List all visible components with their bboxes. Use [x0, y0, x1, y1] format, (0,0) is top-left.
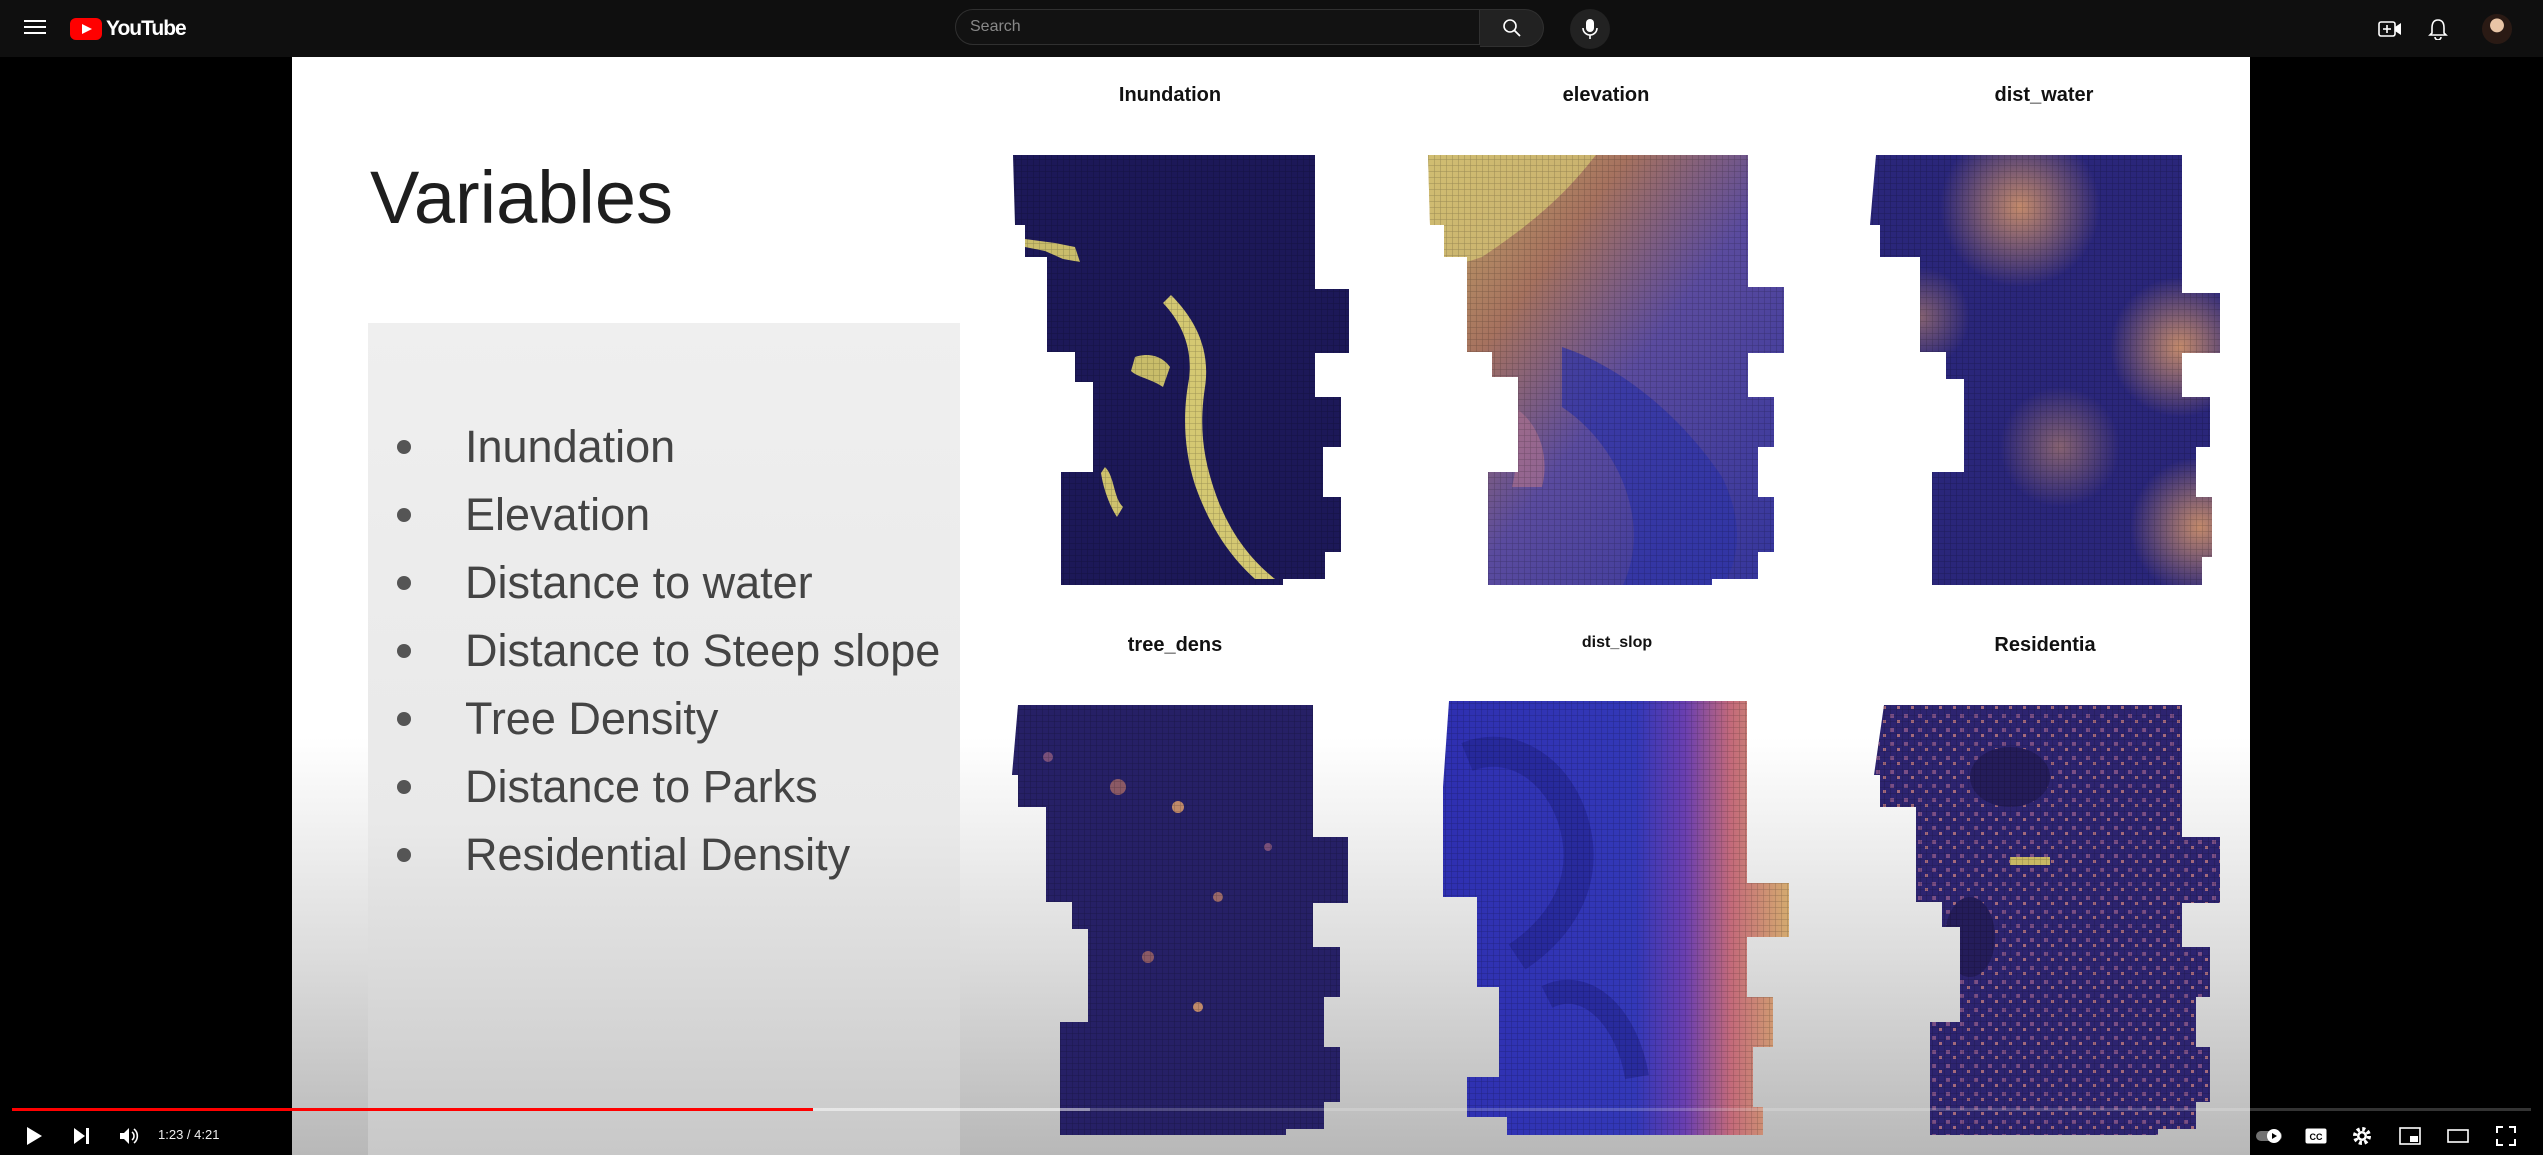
- avatar[interactable]: [2482, 14, 2512, 44]
- fullscreen-button[interactable]: [2492, 1122, 2520, 1150]
- list-item: Inundation: [397, 413, 940, 481]
- mic-icon: [1582, 19, 1598, 39]
- bullet-icon: [397, 780, 411, 794]
- video-frame[interactable]: Variables Inundation Elevation Distance …: [292, 57, 2250, 1155]
- search-button[interactable]: [1480, 9, 1544, 47]
- menu-icon[interactable]: [24, 16, 46, 40]
- list-item: Distance to water: [397, 549, 940, 617]
- bullet-icon: [397, 644, 411, 658]
- dist-water-map: [1870, 155, 2220, 585]
- captions-button[interactable]: CC: [2302, 1122, 2330, 1150]
- miniplayer-icon: [2399, 1127, 2421, 1145]
- list-item-label: Distance to Steep slope: [465, 625, 941, 676]
- dist-slop-map: [1443, 701, 1789, 1135]
- gear-icon: [2353, 1127, 2371, 1145]
- list-item: Distance to Steep slope: [397, 617, 940, 685]
- create-icon: [2378, 21, 2401, 37]
- map-title-elevation: elevation: [1562, 84, 1650, 106]
- time-display: 1:23 / 4:21: [158, 1127, 220, 1142]
- search-icon: [1502, 19, 1521, 37]
- voice-search-button[interactable]: [1570, 9, 1610, 49]
- slide-title: Variables: [370, 156, 674, 239]
- settings-button[interactable]: [2348, 1122, 2376, 1150]
- inundation-map: [1013, 155, 1349, 585]
- volume-icon: [120, 1128, 139, 1144]
- map-title-inundation: Inundation: [1118, 84, 1222, 106]
- masthead: YouTube: [0, 0, 2543, 57]
- play-icon: [27, 1127, 42, 1145]
- next-button[interactable]: [68, 1122, 96, 1150]
- mute-button[interactable]: [116, 1122, 144, 1150]
- cc-icon: CC: [2305, 1128, 2327, 1144]
- autoplay-icon: [2256, 1129, 2282, 1143]
- elevation-map: [1428, 155, 1784, 585]
- list-item-label: Elevation: [465, 489, 651, 540]
- progress-played: [12, 1108, 814, 1111]
- list-item: Tree Density: [397, 685, 940, 753]
- map-title-dist-water: dist_water: [1994, 84, 2094, 106]
- search-input[interactable]: [955, 9, 1480, 45]
- create-button[interactable]: [2375, 14, 2405, 44]
- next-icon: [74, 1128, 89, 1144]
- search-box: [955, 9, 1544, 47]
- bullet-icon: [397, 848, 411, 862]
- progress-bar[interactable]: [12, 1108, 2531, 1111]
- bullet-icon: [397, 508, 411, 522]
- list-item-label: Tree Density: [465, 693, 719, 744]
- autoplay-toggle[interactable]: [2256, 1122, 2284, 1150]
- list-item-label: Distance to Parks: [465, 761, 818, 812]
- tree-dens-map: [1012, 705, 1348, 1135]
- fullscreen-icon: [2496, 1126, 2516, 1146]
- list-item: Elevation: [397, 481, 940, 549]
- list-item: Residential Density: [397, 821, 940, 889]
- bullet-icon: [397, 712, 411, 726]
- play-button[interactable]: [20, 1122, 48, 1150]
- variable-list: Inundation Elevation Distance to water D…: [397, 413, 940, 889]
- list-item: Distance to Parks: [397, 753, 940, 821]
- youtube-logo-icon: [70, 18, 102, 40]
- theater-icon: [2447, 1129, 2469, 1143]
- bullet-icon: [397, 440, 411, 454]
- theater-mode-button[interactable]: [2444, 1122, 2472, 1150]
- notifications-button[interactable]: [2423, 14, 2453, 44]
- youtube-logo[interactable]: YouTube: [70, 16, 187, 42]
- miniplayer-button[interactable]: [2396, 1122, 2424, 1150]
- bullet-icon: [397, 576, 411, 590]
- list-item-label: Inundation: [465, 421, 676, 472]
- list-item-label: Distance to water: [465, 557, 813, 608]
- residentia-map: [1874, 705, 2220, 1135]
- list-item-label: Residential Density: [465, 829, 851, 880]
- youtube-logo-text: YouTube: [106, 17, 187, 40]
- svg-text:CC: CC: [2310, 1132, 2323, 1142]
- bell-icon: [2428, 19, 2448, 40]
